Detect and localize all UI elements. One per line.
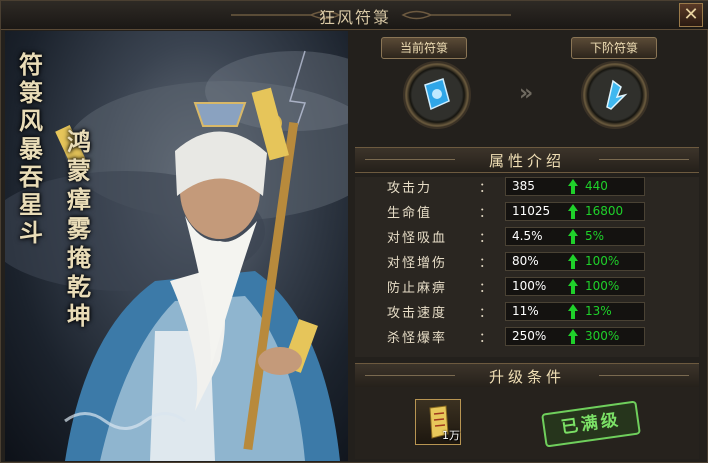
colon: ： <box>479 181 493 196</box>
colon: ： <box>479 231 493 246</box>
colon: ： <box>479 331 493 346</box>
next-value: 100% <box>585 254 620 268</box>
attribute-row: 对怪增伤 ： 80% 100% <box>355 252 699 272</box>
colon: ： <box>479 306 493 321</box>
upgrade-arrow-icon: » <box>519 81 534 106</box>
up-arrow-icon <box>568 279 578 294</box>
sage-portrait <box>5 50 348 461</box>
up-arrow-icon <box>568 304 578 319</box>
conditions-header: 升级条件 <box>355 363 699 389</box>
title-ornament-right <box>401 8 521 22</box>
up-arrow-icon <box>568 204 578 219</box>
current-value: 250% <box>512 329 547 343</box>
attribute-row: 对怪吸血 ： 4.5% 5% <box>355 227 699 247</box>
up-arrow-icon <box>568 254 578 269</box>
blue-talisman-icon <box>424 78 450 111</box>
next-talisman-slot[interactable] <box>581 61 649 129</box>
info-panel: 当前符箓 下阶符箓 » 属性介绍 攻击力 ： 385 440 生命值 ： 110… <box>353 31 705 461</box>
blue-crystal-talisman-icon <box>606 79 628 110</box>
attribute-table: 攻击力 ： 385 440 生命值 ： 11025 16800 对怪吸血 ： 4… <box>355 177 699 357</box>
attribute-label: 对怪吸血 <box>387 231 448 246</box>
attribute-row: 杀怪爆率 ： 250% 300% <box>355 327 699 347</box>
next-value: 100% <box>585 279 620 293</box>
attribute-row: 攻击力 ： 385 440 <box>355 177 699 197</box>
current-value: 80% <box>512 254 539 268</box>
current-talisman-slot[interactable] <box>403 61 471 129</box>
next-value: 13% <box>585 304 612 318</box>
current-value: 11025 <box>512 204 551 218</box>
colon: ： <box>479 206 493 221</box>
current-talisman-label: 当前符箓 <box>381 37 467 59</box>
next-value: 5% <box>585 229 605 243</box>
current-value: 385 <box>512 179 535 193</box>
conditions-heading: 升级条件 <box>488 368 565 386</box>
poem-line-2: 鸿蒙瘴雾掩乾坤 <box>67 127 91 330</box>
upgrade-material-slot[interactable]: 1万 <box>415 399 461 445</box>
up-arrow-icon <box>568 229 578 244</box>
current-value: 4.5% <box>512 229 543 243</box>
material-count: 1万 <box>442 429 460 442</box>
up-arrow-icon <box>568 179 578 194</box>
colon: ： <box>479 281 493 296</box>
attributes-header: 属性介绍 <box>355 147 699 173</box>
conditions-area <box>355 387 699 459</box>
attributes-heading: 属性介绍 <box>488 152 565 170</box>
close-button[interactable]: ✕ <box>679 3 703 27</box>
attribute-row: 攻击速度 ： 11% 13% <box>355 302 699 322</box>
character-illustration: 符箓风暴吞星斗 鸿蒙瘴雾掩乾坤 <box>5 31 348 461</box>
attribute-label: 攻击力 <box>387 181 433 196</box>
attribute-label: 防止麻痹 <box>387 281 448 296</box>
next-value: 440 <box>585 179 608 193</box>
attribute-label: 对怪增伤 <box>387 256 448 271</box>
close-icon: ✕ <box>683 4 699 25</box>
poem-line-1: 符箓风暴吞星斗 <box>19 50 43 247</box>
talisman-window: 狂风符箓 ✕ 符箓风暴吞星斗 鸿蒙瘴雾掩乾坤 当前符箓 下阶符箓 » 属性介绍 … <box>0 0 708 463</box>
current-value: 11% <box>512 304 539 318</box>
attribute-row: 生命值 ： 11025 16800 <box>355 202 699 222</box>
window-title: 狂风符箓 <box>318 8 391 27</box>
title-bar: 狂风符箓 ✕ <box>1 1 708 30</box>
next-value: 16800 <box>585 204 624 218</box>
current-value: 100% <box>512 279 547 293</box>
attribute-label: 攻击速度 <box>387 306 448 321</box>
attribute-label: 生命值 <box>387 206 433 221</box>
colon: ： <box>479 256 493 271</box>
next-value: 300% <box>585 329 620 343</box>
attribute-row: 防止麻痹 ： 100% 100% <box>355 277 699 297</box>
up-arrow-icon <box>568 329 578 344</box>
attribute-label: 杀怪爆率 <box>387 331 448 346</box>
next-talisman-label: 下阶符箓 <box>571 37 657 59</box>
